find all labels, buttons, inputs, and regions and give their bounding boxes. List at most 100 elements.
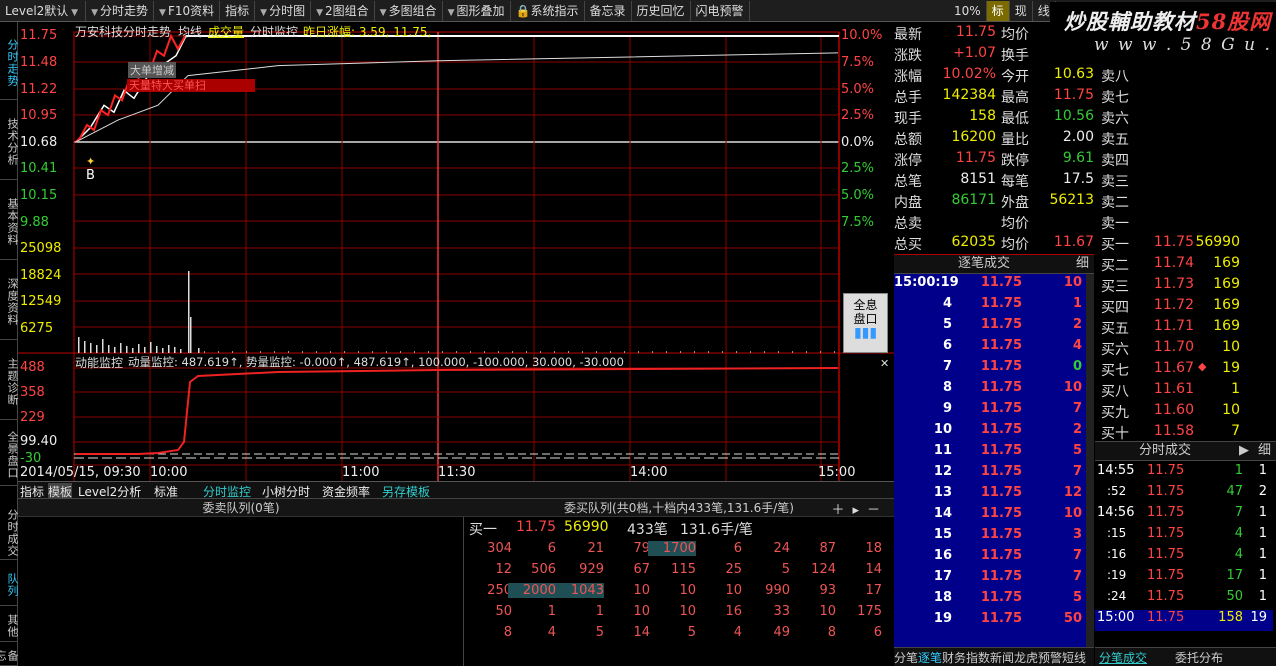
trades-tab[interactable]: 指数	[966, 649, 990, 666]
tab-theme[interactable]: 主题诊断	[0, 340, 19, 420]
price-label: 9.88	[20, 215, 49, 230]
tab-memo[interactable]: 备忘	[0, 642, 19, 666]
minute-row[interactable]: :24 11.75 50 1	[1095, 589, 1273, 610]
volume-bar	[114, 347, 116, 353]
tab-depth[interactable]: 深度资料	[0, 260, 19, 340]
tab-intraday[interactable]: 分时走势	[0, 22, 19, 100]
trades-tab[interactable]: 逐笔	[918, 649, 942, 666]
minute-row[interactable]: :16 11.75 4 1	[1095, 547, 1273, 568]
toolbar-intraday[interactable]: ▼ 分时走势	[86, 0, 155, 21]
tab-indicator[interactable]: 指标	[20, 483, 44, 500]
tab-minute-trades[interactable]: 分时成交	[0, 502, 19, 560]
trade-time: 13	[933, 485, 952, 500]
minute-row[interactable]: 14:56 11.75 7 1	[1095, 505, 1273, 526]
minute-count: 2	[1258, 484, 1267, 499]
toolbar-history[interactable]: 历史回忆	[632, 0, 691, 21]
trade-row[interactable]: 11 11.75 5	[894, 443, 1086, 464]
minute-row[interactable]: 15:00 11.75 158 19	[1095, 610, 1273, 631]
chart-monitor-label[interactable]: 分时监控	[250, 23, 298, 40]
tab-intraday-monitor[interactable]: 分时监控	[203, 483, 251, 500]
trades-tab[interactable]: 预警	[1038, 649, 1062, 666]
close-indicator-icon[interactable]: ✕	[880, 357, 889, 370]
buy-level-price: 11.75	[1153, 234, 1194, 250]
tab-technical[interactable]: 技术分析	[0, 100, 19, 180]
minute-row[interactable]: :15 11.75 4 1	[1095, 526, 1273, 547]
toolbar-system[interactable]: 🔒系统指示	[511, 0, 585, 21]
trades-detail-button[interactable]: 细	[1076, 255, 1089, 273]
queue-cell: 929	[579, 562, 604, 577]
trade-row[interactable]: 15:00:19 11.75 10	[894, 275, 1086, 296]
toolbar-intraday-chart[interactable]: ▼ 分时图	[255, 0, 312, 21]
queue-cell: 304	[487, 541, 512, 556]
trades-scrollbar[interactable]	[1086, 274, 1094, 656]
minute-detail-button[interactable]: 细	[1258, 442, 1271, 460]
trade-row[interactable]: 17 11.75 7	[894, 569, 1086, 590]
trades-list[interactable]: 15:00:19 11.75 10 4 11.75 1 5 11.75 2 6 11.75 4 7 11.…	[894, 274, 1086, 656]
buy-level-volume: 10	[1222, 402, 1240, 418]
trade-row[interactable]: 4 11.75 1	[894, 296, 1086, 317]
minute-count: 1	[1258, 463, 1267, 478]
minute-expand-icon[interactable]: ▶	[1239, 442, 1249, 460]
tab-small-tree[interactable]: 小树分时	[262, 483, 310, 500]
tab-standard[interactable]: 标准	[154, 483, 178, 500]
toolbar-level2-default[interactable]: Level2默认 ▼	[0, 0, 87, 21]
panorama-button[interactable]: 全息 盘口 ▮▮▮	[843, 293, 888, 353]
trade-row[interactable]: 18 11.75 5	[894, 590, 1086, 611]
trades-tab[interactable]: 龙虎	[1014, 649, 1038, 666]
queue-cell: 5	[687, 625, 696, 640]
toolbar-alert[interactable]: 闪电预警	[691, 0, 750, 21]
toolbar-2-chart[interactable]: ▼ 2图组合	[311, 0, 375, 21]
trades-tab[interactable]: 新闻	[990, 649, 1014, 666]
buy1-label: 买一	[469, 522, 497, 538]
minute-row[interactable]: :19 11.75 17 1	[1095, 568, 1273, 589]
minute-volume: 4	[1234, 547, 1243, 562]
trade-row[interactable]: 8 11.75 10	[894, 380, 1086, 401]
tab-template[interactable]: 模板	[48, 483, 73, 500]
trade-row[interactable]: 12 11.75 7	[894, 464, 1086, 485]
queue-cell: 506	[531, 562, 556, 577]
trade-row[interactable]: 14 11.75 10	[894, 506, 1086, 527]
tab-level2-analysis[interactable]: Level2分析	[78, 483, 141, 500]
tab-other[interactable]: 其他	[0, 606, 19, 642]
trade-row[interactable]: 13 11.75 12	[894, 485, 1086, 506]
trade-row[interactable]: 15 11.75 3	[894, 527, 1086, 548]
toolbar-overlay[interactable]: ▼ 图形叠加	[443, 0, 511, 21]
trades-tab[interactable]: 短线	[1062, 649, 1086, 666]
tab-basic[interactable]: 基本资料	[0, 180, 19, 260]
trade-row[interactable]: 9 11.75 7	[894, 401, 1086, 422]
trade-time: 7	[942, 359, 952, 374]
trade-row[interactable]: 19 11.75 50	[894, 611, 1086, 632]
chart-vol-label[interactable]: 成交量	[208, 23, 244, 40]
minute-row[interactable]: :52 11.75 47 2	[1095, 484, 1273, 505]
trades-tab[interactable]: 分笔	[894, 649, 918, 666]
tab-queue[interactable]: 队列	[0, 560, 19, 606]
queue-cell: 87	[819, 541, 836, 556]
trade-row[interactable]: 7 11.75 0	[894, 359, 1086, 380]
volume-bar	[456, 351, 457, 353]
trade-row[interactable]: 6 11.75 4	[894, 338, 1086, 359]
toolbar-indicator[interactable]: 指标	[220, 0, 256, 21]
trades-tab[interactable]: 财务	[942, 649, 966, 666]
watermark-text: 炒股輔助教材	[1064, 9, 1196, 34]
queue-cell: 25	[725, 562, 742, 577]
trade-row[interactable]: 16 11.75 7	[894, 548, 1086, 569]
trade-row[interactable]: 10 11.75 2	[894, 422, 1086, 443]
toolbar-10pct[interactable]: 10%	[949, 0, 987, 21]
minute-row[interactable]: 14:55 11.75 1 1	[1095, 463, 1273, 484]
tab-tick-trades[interactable]: 分笔成交	[1099, 649, 1147, 666]
toolbar-multi-chart[interactable]: ▼ 多图组合	[375, 0, 443, 21]
toolbar-memo[interactable]: 备忘录	[585, 0, 632, 21]
minute-list[interactable]: 14:55 11.75 1 1:52 11.75 47 2 14:56 11.75 7 1:15 11…	[1095, 463, 1276, 647]
queue-controls[interactable]: ＋▸－	[831, 499, 888, 518]
queue-cell: 24	[773, 541, 790, 556]
toolbar-mark[interactable]: 标	[986, 0, 1010, 21]
tab-fund-freq[interactable]: 资金频率	[322, 483, 370, 500]
toolbar-now[interactable]: 现	[1010, 0, 1033, 21]
quote-label: 今开	[1001, 69, 1029, 85]
tab-panorama[interactable]: 全景盘口	[0, 420, 19, 486]
buy-level-label: 买七	[1101, 363, 1129, 379]
tab-save-template[interactable]: 另存模板	[382, 483, 430, 500]
trade-row[interactable]: 5 11.75 2	[894, 317, 1086, 338]
tab-order-distribution[interactable]: 委托分布	[1175, 649, 1223, 666]
toolbar-f10[interactable]: ▼ F10资料	[154, 0, 221, 21]
